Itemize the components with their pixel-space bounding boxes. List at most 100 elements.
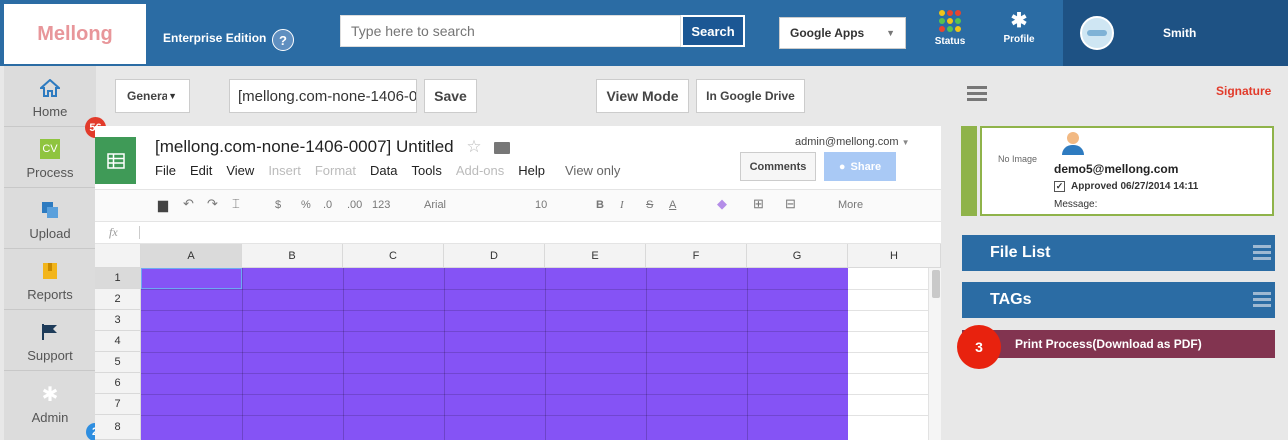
save-button[interactable]: Save [424,79,477,113]
sidebar-item-upload[interactable]: Upload [4,188,96,249]
menu-edit[interactable]: Edit [190,163,212,178]
decrease-decimal-button[interactable]: .0 [323,199,332,211]
row-header[interactable]: 6 [95,373,141,394]
strikethrough-icon[interactable]: S [646,199,653,211]
column-header[interactable]: F [646,244,747,268]
view-mode-button[interactable]: View Mode [596,79,689,113]
apps-select[interactable]: Google Apps ▼ [779,17,906,49]
row-header[interactable]: 5 [95,352,141,373]
print-icon[interactable]: ▆ [158,197,168,213]
sidebar-item-admin[interactable]: ✱ Admin [4,371,96,432]
sidebar-item-home[interactable]: Home [4,66,96,127]
folder-icon[interactable] [494,141,511,154]
text-color-icon[interactable]: A [669,199,676,211]
sidebar-item-reports[interactable]: Reports [4,249,96,310]
menu-addons[interactable]: Add-ons [456,163,504,178]
user-menu[interactable]: Smith [1063,0,1288,66]
increase-decimal-button[interactable]: .00 [347,199,362,211]
vertical-scrollbar[interactable] [928,268,941,440]
category-dropdown[interactable]: General ▼ [115,79,190,113]
row-header[interactable]: 2 [95,289,141,310]
menu-help[interactable]: Help [518,163,545,178]
logo[interactable]: Mellong [4,4,146,64]
italic-icon[interactable]: I [620,199,624,211]
currency-format-button[interactable]: $ [275,199,281,211]
row-header[interactable]: 8 [95,415,141,440]
menu-bars-icon[interactable] [1253,245,1271,263]
help-icon[interactable]: ? [272,29,294,51]
reports-icon [40,261,60,281]
profile-button[interactable]: ✱ Profile [989,10,1049,45]
grid-line [848,373,928,374]
undo-icon[interactable]: ↶ [183,196,194,212]
star-icon[interactable]: ☆ [466,137,481,156]
menu-view[interactable]: View [226,163,254,178]
menu-tools[interactable]: Tools [411,163,441,178]
redo-icon[interactable]: ↷ [207,196,218,212]
row-header[interactable]: 3 [95,310,141,331]
account-switcher[interactable]: admin@mellong.com ▼ [795,136,909,148]
grid-line [141,352,848,353]
borders-icon[interactable]: ⊞ [753,196,764,212]
paint-format-icon[interactable]: ⌶ [232,196,240,212]
percent-format-button[interactable]: % [301,199,311,211]
document-path-field[interactable]: [mellong.com-none-1406-0007] [229,79,417,113]
caret-down-icon: ▼ [886,28,895,38]
cell-grid[interactable]: A B C D E F G H 1 2 3 4 5 6 7 8 [95,244,941,440]
sidebar-item-support[interactable]: Support [4,310,96,371]
sidebar-item-label: Admin [31,410,69,425]
column-header[interactable]: H [848,244,941,268]
flag-icon [40,322,60,342]
tags-title: TAGs [990,291,1032,308]
share-button[interactable]: ● Share [824,152,896,181]
search-button[interactable]: Search [681,15,745,47]
search-input[interactable] [340,15,681,47]
column-header[interactable]: D [444,244,545,268]
column-header[interactable]: A [141,244,242,268]
signature-link[interactable]: Signature [1216,84,1271,98]
approval-accent [961,126,977,216]
merge-cells-icon[interactable]: ⊟ [785,196,796,212]
status-button[interactable]: Status [920,10,980,47]
sidebar-item-process[interactable]: CV Process [4,127,96,188]
column-header[interactable]: B [242,244,343,268]
row-header[interactable]: 1 [95,268,141,289]
grid-line [848,289,928,290]
panel-menu-icon[interactable] [967,86,987,101]
comments-button[interactable]: Comments [740,152,816,181]
more-button[interactable]: More [838,199,863,211]
column-header[interactable]: G [747,244,848,268]
sidebar-item-label: Home [32,104,68,119]
right-panel: Signature No Image demo5@mellong.com ✓ A… [941,66,1288,440]
menu-data[interactable]: Data [370,163,397,178]
menu-bars-icon[interactable] [1253,292,1271,310]
bold-icon[interactable]: B [596,199,604,211]
selected-cell[interactable] [141,268,242,289]
grid-line [848,394,928,395]
cv-icon: CV [40,139,60,159]
column-header[interactable]: C [343,244,444,268]
menu-format[interactable]: Format [315,163,356,178]
column-header[interactable]: E [545,244,646,268]
menu-insert[interactable]: Insert [268,163,301,178]
corner-cell[interactable] [95,244,141,268]
checkbox-checked-icon: ✓ [1054,181,1065,192]
grid-line [141,289,848,290]
grid-line [141,394,848,395]
row-header[interactable]: 4 [95,331,141,352]
number-format-button[interactable]: 123 [372,199,390,211]
fill-color-icon[interactable]: ◆ [717,196,727,212]
sidebar-item-label: Process [26,165,74,180]
menu-file[interactable]: File [155,163,176,178]
print-process-button[interactable]: Print Process(Download as PDF) [962,330,1275,358]
file-list-header[interactable]: File List [962,235,1275,271]
font-size-select[interactable]: 10 [535,199,547,211]
view-only-label: View only [565,163,621,178]
font-family-select[interactable]: Arial [424,199,446,211]
formula-bar[interactable]: fx [95,222,941,244]
scroll-thumb[interactable] [932,270,940,298]
in-google-drive-button[interactable]: In Google Drive [696,79,805,113]
sheet-title[interactable]: [mellong.com-none-1406-0007] Untitled ☆ [155,137,511,157]
tags-header[interactable]: TAGs [962,282,1275,318]
row-header[interactable]: 7 [95,394,141,415]
